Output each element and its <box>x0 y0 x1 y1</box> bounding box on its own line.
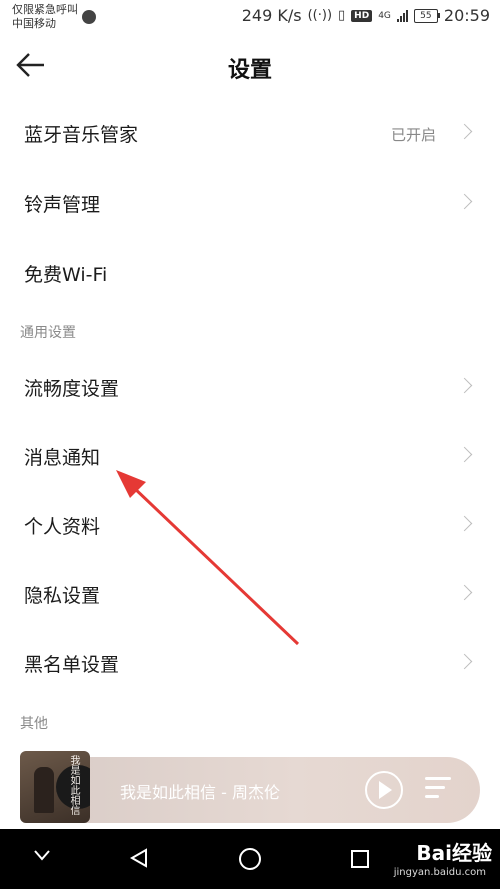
page-title: 设置 <box>227 58 272 83</box>
row-notifications[interactable]: 消息通知 <box>0 423 500 491</box>
row-label: 免费Wi-Fi <box>24 264 108 286</box>
row-free-wifi[interactable]: 免费Wi-Fi <box>0 240 500 308</box>
hotspot-icon: ((·)) <box>307 8 333 23</box>
chevron-right-icon <box>456 515 473 532</box>
carrier-line1: 仅限紧急呼叫 <box>12 3 78 16</box>
system-nav-bar: Bai经验 jingyan.baidu.com <box>0 829 500 889</box>
mini-player[interactable]: 我是如此相信 我是如此相信 - 周杰伦 <box>20 751 480 823</box>
row-privacy[interactable]: 隐私设置 <box>0 561 500 629</box>
row-profile[interactable]: 个人资料 <box>0 492 500 560</box>
watermark-brand: Bai经验 <box>416 841 492 865</box>
globe-icon <box>82 10 96 24</box>
chevron-right-icon <box>456 193 473 210</box>
album-cover[interactable]: 我是如此相信 <box>20 751 90 823</box>
watermark-url: jingyan.baidu.com <box>393 867 486 878</box>
chevron-right-icon <box>456 584 473 601</box>
cover-text: 我是如此相信 <box>68 755 79 815</box>
recents-square-icon[interactable] <box>350 849 370 869</box>
status-bar: 仅限紧急呼叫 中国移动 249 K/s ((·)) ▯ HD 4G 55 20:… <box>0 0 500 34</box>
row-bluetooth-music[interactable]: 蓝牙音乐管家 已开启 <box>0 100 500 168</box>
battery-level: 55 <box>420 10 432 21</box>
row-label: 蓝牙音乐管家 <box>24 124 139 146</box>
playlist-icon[interactable] <box>425 775 455 803</box>
battery-icon: 55 <box>413 8 440 23</box>
home-circle-icon[interactable] <box>238 847 262 871</box>
row-blacklist[interactable]: 黑名单设置 <box>0 630 500 698</box>
hd-icon: HD <box>351 9 373 22</box>
back-triangle-icon[interactable] <box>128 847 150 869</box>
chevron-right-icon <box>456 653 473 670</box>
cover-figure <box>34 767 54 813</box>
network-type: 4G <box>378 10 391 21</box>
chevron-right-icon <box>456 446 473 463</box>
chevron-down-icon[interactable] <box>32 845 52 865</box>
section-general: 通用设置 <box>20 325 76 341</box>
signal-icon <box>396 9 408 22</box>
row-label: 消息通知 <box>24 447 101 469</box>
song-title[interactable]: 我是如此相信 - 周杰伦 <box>120 779 280 803</box>
row-label: 个人资料 <box>24 516 101 538</box>
row-fluency[interactable]: 流畅度设置 <box>0 354 500 422</box>
clock: 20:59 <box>443 6 490 25</box>
play-icon[interactable] <box>365 771 403 809</box>
row-value: 已开启 <box>390 126 436 144</box>
row-label: 铃声管理 <box>24 194 101 216</box>
chevron-right-icon <box>456 377 473 394</box>
row-label: 黑名单设置 <box>24 654 120 676</box>
row-label: 隐私设置 <box>24 585 101 607</box>
row-label: 流畅度设置 <box>24 378 120 400</box>
header: 设置 <box>0 34 500 98</box>
section-other: 其他 <box>20 716 48 732</box>
chevron-right-icon <box>456 123 473 140</box>
row-ringtone[interactable]: 铃声管理 <box>0 170 500 238</box>
vibrate-icon: ▯ <box>338 8 346 23</box>
carrier-info: 仅限紧急呼叫 中国移动 <box>12 3 78 31</box>
carrier-line2: 中国移动 <box>12 17 56 30</box>
net-speed: 249 K/s <box>241 6 302 25</box>
